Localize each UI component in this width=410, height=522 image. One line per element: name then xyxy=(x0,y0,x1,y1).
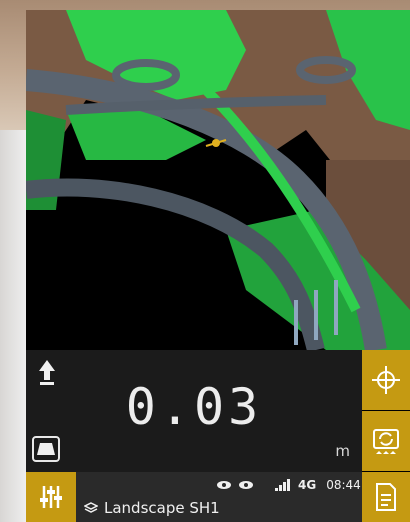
measurement-panel: 0.03 m xyxy=(26,350,362,472)
status-bar: 4G 08:44 Landscape SH1 xyxy=(26,472,362,522)
document-button[interactable] xyxy=(362,472,410,522)
layer-name: Landscape SH1 xyxy=(104,499,220,517)
document-icon xyxy=(376,483,396,511)
clock: 08:44 xyxy=(326,478,361,492)
layer-selector[interactable]: Landscape SH1 xyxy=(84,499,220,517)
view-mode-button[interactable] xyxy=(32,436,60,462)
crosshair-icon xyxy=(372,366,400,394)
status-indicators: 4G 08:44 xyxy=(216,478,361,492)
eye-icon[interactable] xyxy=(238,480,254,490)
measurement-value: 0.03 xyxy=(125,378,263,436)
network-type: 4G xyxy=(298,478,317,492)
target-button[interactable] xyxy=(362,350,410,410)
trapezoid-view-icon xyxy=(37,443,55,455)
sliders-icon xyxy=(40,486,62,508)
background-photo-left xyxy=(0,130,26,522)
camera-swap-icon xyxy=(373,429,399,454)
camera-swap-button[interactable] xyxy=(362,411,410,471)
settings-button[interactable] xyxy=(26,472,76,522)
signal-bars-icon xyxy=(275,479,290,491)
layers-icon xyxy=(84,502,98,513)
eye-icon[interactable] xyxy=(216,480,232,490)
measurement-unit: m xyxy=(335,442,350,460)
3d-map-view[interactable] xyxy=(26,10,410,350)
